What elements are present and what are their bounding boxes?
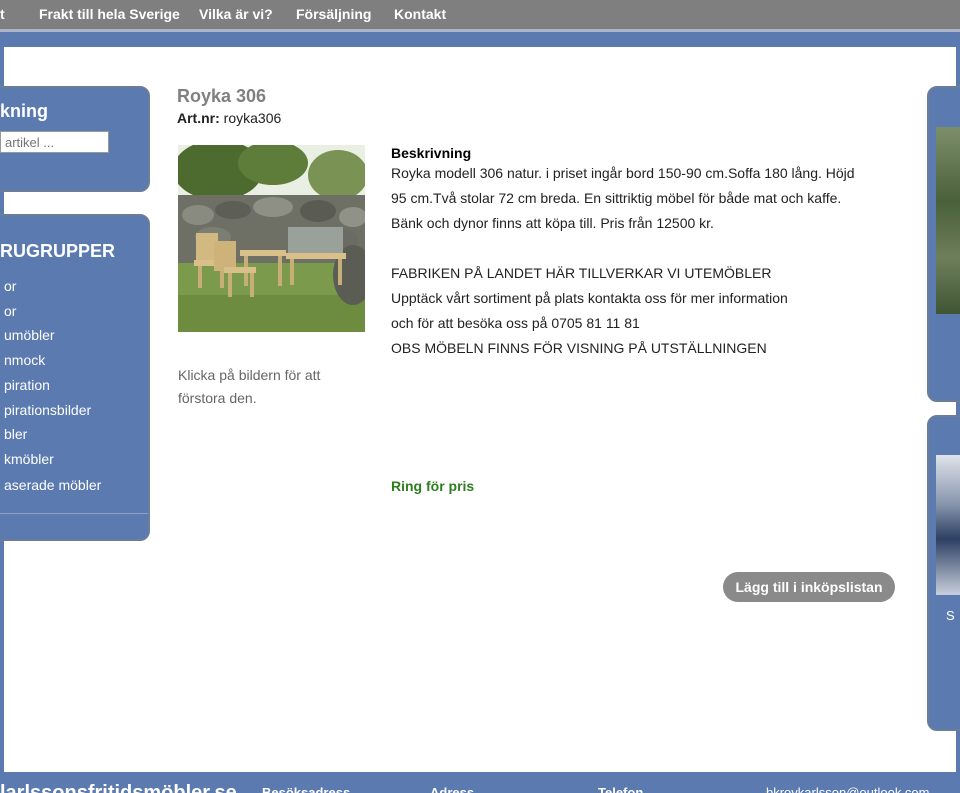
search-panel-title: kning [0, 101, 48, 121]
category-item[interactable]: kmöbler [4, 451, 54, 467]
category-item[interactable]: pirationsbilder [4, 402, 91, 418]
product-title: Royka 306 [177, 86, 267, 106]
category-item[interactable]: umöbler [4, 327, 55, 343]
top-nav: t Frakt till hela Sverige Vilka är vi? F… [0, 0, 960, 29]
description-line: 95 cm.Två stolar 72 cm breda. En sittrik… [391, 190, 842, 206]
article-number: Art.nr: royka306 [177, 110, 281, 126]
product-photo-garden-furniture [178, 145, 365, 332]
footer-visit-address: Besöksadress [262, 785, 351, 793]
product-groups-title: RUGRUPPER [0, 241, 116, 261]
description-line: Royka modell 306 natur. i priset ingår b… [391, 165, 855, 181]
category-item[interactable]: nmock [4, 352, 45, 368]
description-title: Beskrivning [391, 145, 472, 161]
article-number-value: royka306 [223, 110, 282, 126]
footer-address: Adress [430, 785, 475, 793]
footer-phone: Telefon [598, 785, 644, 793]
description-line: Bänk och dynor finns att köpa till. Pris… [391, 215, 714, 231]
nav-subbar [0, 29, 960, 47]
nav-item-vilka[interactable]: Vilka är vi? [199, 6, 273, 22]
right-panel-thumbnail[interactable] [936, 127, 960, 314]
category-item[interactable]: bler [4, 426, 27, 442]
nav-item-forsaljning[interactable]: Försäljning [296, 6, 371, 22]
description-line: och för att besöka oss på 0705 81 11 81 [391, 315, 640, 331]
footer: larlssonsfritidsmöbler.se Besöksadress A… [0, 772, 960, 793]
description-line: FABRIKEN PÅ LANDET HÄR TILLVERKAR VI UTE… [391, 265, 772, 281]
category-item[interactable]: or [4, 278, 16, 294]
search-input[interactable] [0, 131, 109, 153]
sidebar-divider [0, 513, 148, 514]
category-item[interactable]: piration [4, 377, 50, 393]
nav-item-frakt[interactable]: Frakt till hela Sverige [39, 6, 180, 22]
right-panel-text: S [946, 608, 955, 623]
nav-item-kontakt[interactable]: Kontakt [394, 6, 446, 22]
footer-email[interactable]: bkroykarlsson@outlook.com [766, 785, 929, 793]
price-call-link[interactable]: Ring för pris [391, 478, 474, 494]
footer-brand[interactable]: larlssonsfritidsmöbler.se [0, 782, 237, 793]
nav-item-start[interactable]: t [0, 6, 5, 22]
right-panel-thumbnail[interactable] [936, 455, 960, 595]
article-number-label: Art.nr: [177, 110, 220, 126]
description-line: Upptäck vårt sortiment på plats kontakta… [391, 290, 788, 306]
image-caption: Klicka på bildern för att förstora den. [178, 367, 321, 406]
category-item[interactable]: aserade möbler [4, 477, 101, 493]
category-item[interactable]: or [4, 303, 16, 319]
product-image[interactable] [178, 145, 365, 332]
add-to-shopping-list-button[interactable]: Lägg till i inköpslistan [723, 572, 895, 602]
description-line: OBS MÖBELN FINNS FÖR VISNING PÅ UTSTÄLLN… [391, 340, 767, 356]
